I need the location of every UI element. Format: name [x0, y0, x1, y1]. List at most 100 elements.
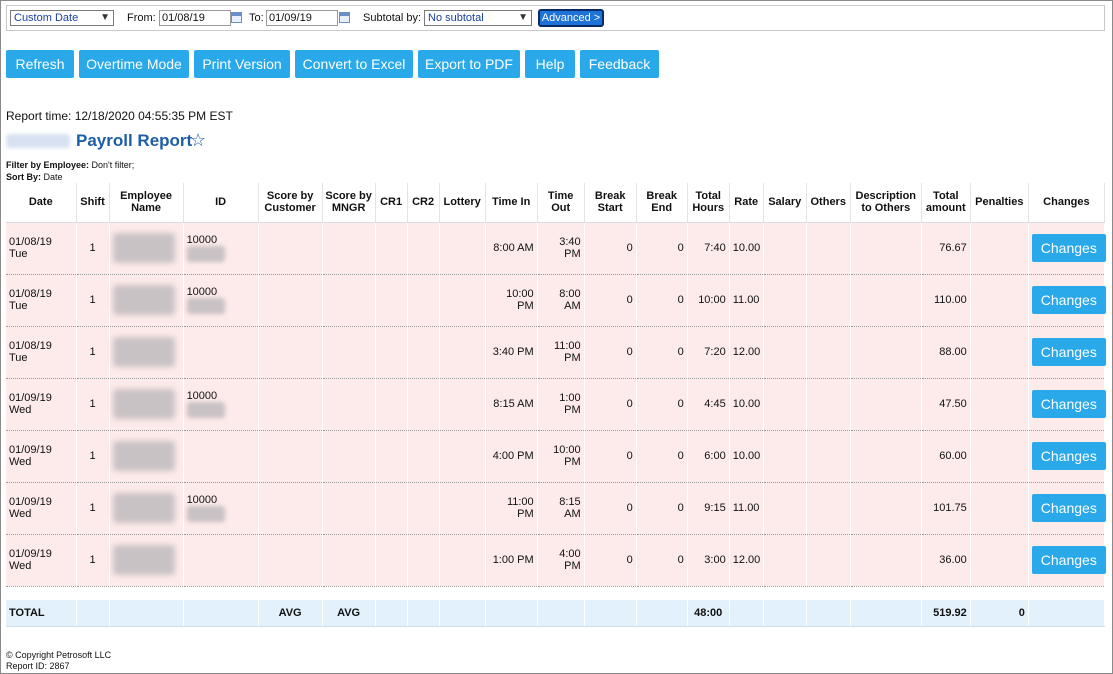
empty-cell — [763, 222, 807, 275]
page-title: Payroll Report — [76, 131, 193, 150]
calendar-icon[interactable] — [231, 12, 242, 23]
total-row: TOTAL AVG AVG 48:00 519.92 0 — [6, 600, 1106, 627]
overtime-mode-button[interactable]: Overtime Mode — [79, 50, 189, 78]
subtotal-select[interactable]: No subtotal ▼ — [424, 10, 532, 26]
table-row: 01/09/19 Wed 1 10000 8:15 AM 1:00 PM 0 0 4:45 10… — [6, 378, 1106, 431]
column-header[interactable]: CR1 — [375, 183, 408, 223]
column-header[interactable]: Date — [6, 183, 77, 223]
help-button[interactable]: Help — [525, 50, 575, 78]
column-header[interactable]: CR2 — [407, 183, 440, 223]
column-header[interactable]: Employee Name — [109, 183, 184, 223]
empty-cell — [850, 222, 922, 275]
total-hours-cell: 7:20 — [687, 326, 730, 379]
rate-cell: 10.00 — [729, 430, 764, 483]
empty-cell — [322, 378, 376, 431]
column-header[interactable]: Salary — [763, 183, 807, 223]
employee-id-prefix: 10000 — [186, 390, 218, 402]
column-header[interactable]: Score by MNGR — [322, 183, 376, 223]
column-header[interactable]: Shift — [76, 183, 110, 223]
refresh-button[interactable]: Refresh — [6, 50, 74, 78]
star-icon[interactable]: ☆ — [190, 130, 206, 151]
from-date-input[interactable]: 01/08/19 — [159, 10, 231, 26]
empty-cell — [850, 482, 922, 535]
column-header[interactable]: Changes — [1028, 183, 1106, 223]
table-header-row: Date Shift Employee Name ID Score by Cus… — [6, 183, 1106, 223]
changes-cell: Changes — [1028, 222, 1106, 275]
advanced-button[interactable]: Advanced > — [538, 9, 604, 27]
break-end-cell: 0 — [636, 482, 688, 535]
empty-cell — [183, 600, 259, 627]
empty-cell — [439, 482, 486, 535]
column-header[interactable]: Total Hours — [687, 183, 730, 223]
time-in-cell: 1:00 PM — [485, 534, 538, 587]
column-header[interactable]: Break Start — [584, 183, 637, 223]
id-cell: 10000 — [183, 274, 259, 327]
calendar-icon[interactable] — [339, 12, 350, 23]
column-header[interactable]: Description to Others — [850, 183, 922, 223]
sort-info-value: Date — [41, 172, 63, 182]
empty-cell — [322, 274, 376, 327]
employee-id-prefix: 10000 — [186, 494, 218, 506]
column-header[interactable]: Time In — [485, 183, 538, 223]
column-header[interactable]: Penalties — [970, 183, 1029, 223]
date-cell: 01/08/19 Tue — [6, 274, 77, 327]
column-header[interactable]: Others — [806, 183, 851, 223]
empty-cell — [258, 378, 323, 431]
column-header[interactable]: Total amount — [921, 183, 971, 223]
date-range-select[interactable]: Custom Date ▼ — [10, 10, 114, 26]
report-id-text: Report ID: 2867 — [6, 661, 70, 671]
changes-button[interactable]: Changes — [1031, 442, 1106, 470]
empty-cell — [407, 326, 440, 379]
time-in-cell: 10:00 PM — [485, 274, 538, 327]
time-out-cell: 8:00 AM — [537, 274, 585, 327]
table-row: 01/08/19 Tue 1 10000 10:00 PM 8:00 AM 0 0 10:00… — [6, 274, 1106, 327]
changes-button[interactable]: Changes — [1031, 234, 1106, 262]
to-label: To: — [249, 12, 264, 24]
column-header[interactable]: Rate — [729, 183, 764, 223]
sort-info: Sort By: Date — [6, 172, 63, 182]
empty-cell — [970, 482, 1029, 535]
to-date-input[interactable]: 01/09/19 — [266, 10, 338, 26]
column-header[interactable]: Break End — [636, 183, 688, 223]
id-cell — [183, 326, 259, 379]
shift-cell: 1 — [76, 274, 110, 327]
total-hours-cell: 6:00 — [687, 430, 730, 483]
empty-cell — [850, 430, 922, 483]
total-hours-cell: 9:15 — [687, 482, 730, 535]
date-range-value: Custom Date — [14, 12, 79, 24]
break-start-cell: 0 — [584, 534, 637, 587]
column-header[interactable]: Time Out — [537, 183, 585, 223]
feedback-button[interactable]: Feedback — [580, 50, 659, 78]
column-header[interactable]: ID — [183, 183, 259, 223]
table-row: 01/08/19 Tue 1 10000 8:00 AM 3:40 PM 0 0 7:40 10… — [6, 222, 1106, 275]
print-version-button[interactable]: Print Version — [194, 50, 290, 78]
empty-cell — [850, 274, 922, 327]
empty-cell — [375, 378, 408, 431]
filter-info-label: Filter by Employee: — [6, 160, 90, 170]
changes-button[interactable]: Changes — [1031, 390, 1106, 418]
empty-cell — [439, 430, 486, 483]
column-header[interactable]: Score by Customer — [258, 183, 323, 223]
empty-cell — [584, 600, 637, 627]
empty-cell — [407, 378, 440, 431]
shift-cell: 1 — [76, 430, 110, 483]
empty-cell — [258, 482, 323, 535]
time-in-cell: 3:40 PM — [485, 326, 538, 379]
break-start-cell: 0 — [584, 222, 637, 275]
changes-cell: Changes — [1028, 430, 1106, 483]
redacted-employee-name — [112, 233, 175, 263]
changes-button[interactable]: Changes — [1031, 546, 1106, 574]
changes-button[interactable]: Changes — [1031, 286, 1106, 314]
redacted-employee-name — [112, 441, 175, 471]
changes-button[interactable]: Changes — [1031, 494, 1106, 522]
table-row: 01/09/19 Wed 1 4:00 PM 10:00 PM 0 0 6:00 10.00 6… — [6, 430, 1106, 483]
redacted-employee-name — [112, 337, 175, 367]
empty-cell — [407, 274, 440, 327]
changes-button[interactable]: Changes — [1031, 338, 1106, 366]
export-to-pdf-button[interactable]: Export to PDF — [418, 50, 520, 78]
shift-cell: 1 — [76, 534, 110, 587]
column-header[interactable]: Lottery — [439, 183, 486, 223]
id-cell: 10000 — [183, 222, 259, 275]
total-amount-cell: 36.00 — [921, 534, 971, 587]
convert-to-excel-button[interactable]: Convert to Excel — [295, 50, 413, 78]
